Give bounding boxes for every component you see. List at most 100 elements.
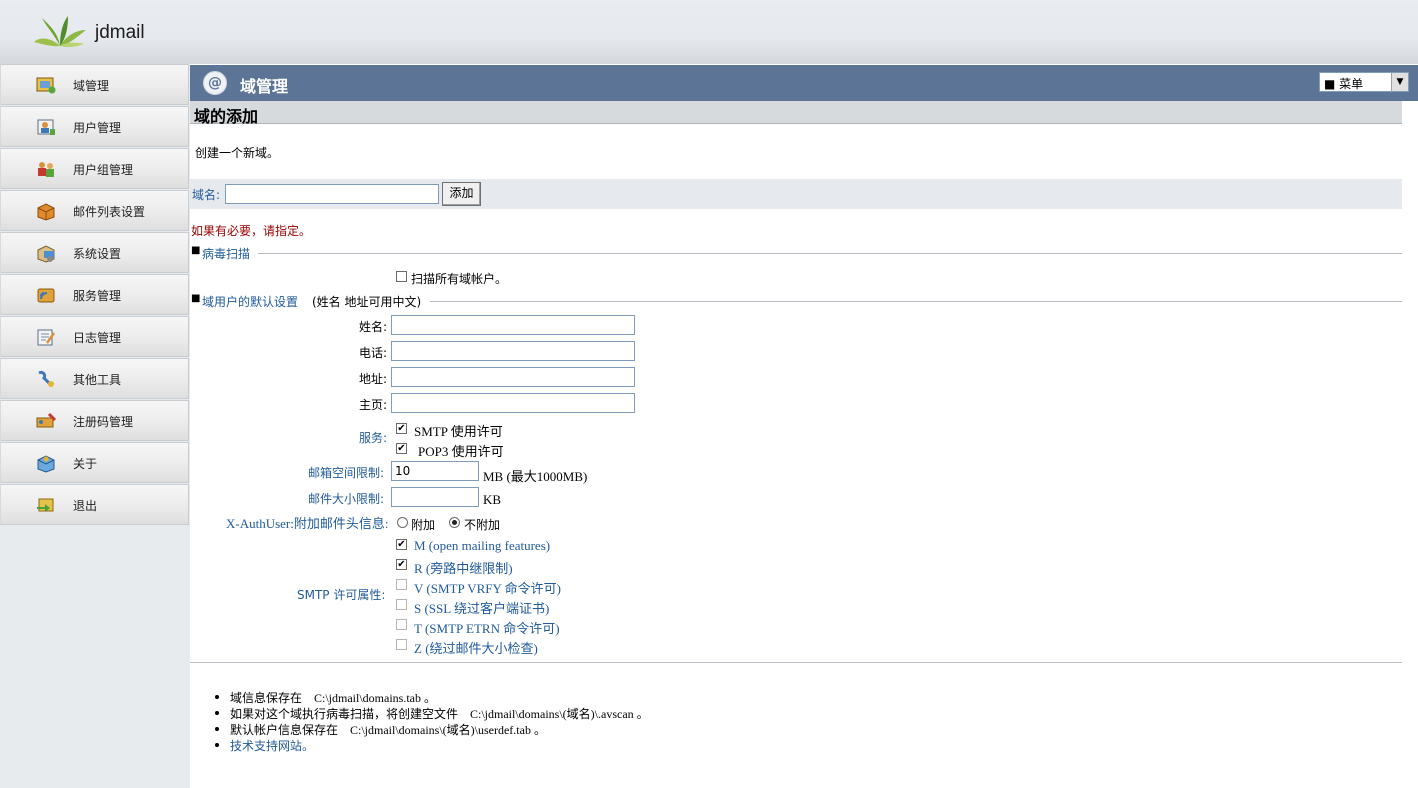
about-icon [37, 455, 55, 473]
pop3-permit-label: POP3 使用许可 [418, 444, 504, 459]
sidebar: 域管理 用户管理 用户组管理 邮件列表设置 系统设置 服务管理 日志管理 其他工… [0, 64, 190, 788]
mailbox-limit-unit: MB (最大1000MB) [483, 469, 588, 484]
smtp-attr-t-label: T (SMTP ETRN 命令许可) [414, 621, 560, 636]
section-title: 域的添加 [194, 107, 259, 126]
scan-all-checkbox[interactable] [396, 271, 407, 282]
address-label: 地址: [359, 372, 388, 386]
menu-dropdown[interactable]: ■ 菜单 ▼ [1319, 72, 1409, 92]
sidebar-item-label: 系统设置 [73, 247, 122, 261]
user-group-icon [38, 162, 54, 177]
sidebar-item-system-settings[interactable]: 系统设置 [0, 232, 189, 273]
footer-note: 域信息保存在 C:\jdmail\domains.tab 。 [230, 691, 436, 705]
logout-icon [37, 498, 54, 512]
homepage-label: 主页: [359, 398, 388, 412]
bullet-icon [215, 743, 219, 747]
sidebar-item-about[interactable]: 关于 [0, 442, 189, 483]
phone-input[interactable] [391, 341, 635, 361]
message-size-input[interactable] [391, 487, 479, 507]
domain-name-input[interactable] [225, 184, 439, 204]
smtp-attr-z-checkbox[interactable] [396, 639, 407, 650]
sidebar-item-services[interactable]: 服务管理 [0, 274, 189, 315]
smtp-attr-s-checkbox[interactable] [396, 599, 407, 610]
name-label: 姓名: [359, 320, 388, 334]
smtp-attr-r-label: R (旁路中继限制) [414, 561, 513, 576]
mailbox-limit-input[interactable] [391, 461, 479, 481]
address-input[interactable] [391, 367, 635, 387]
support-link[interactable]: 技术支持网站。 [230, 737, 314, 754]
message-size-label: 邮件大小限制: [308, 492, 385, 506]
mailbox-limit-label: 邮箱空间限制: [308, 466, 385, 480]
defaults-legend-note: (姓名 地址可用中文) [312, 295, 422, 309]
menu-dropdown-value: ■ 菜单 [1324, 77, 1364, 91]
smtp-permit-checkbox[interactable]: ✔ [396, 423, 407, 434]
section-description: 创建一个新域。 [195, 146, 280, 160]
sidebar-item-other-tools[interactable]: 其他工具 [0, 358, 189, 399]
bullet-icon [215, 695, 219, 699]
sidebar-item-user-groups[interactable]: 用户组管理 [0, 148, 189, 189]
service-label: 服务: [359, 431, 388, 445]
domain-name-label: 域名: [192, 188, 221, 202]
smtp-attr-m-checkbox[interactable]: ✔ [396, 539, 407, 550]
virus-scan-legend: 病毒扫描 [202, 247, 251, 261]
user-icon [37, 119, 55, 135]
sidebar-item-logout[interactable]: 退出 [0, 484, 189, 525]
smtp-attr-v-checkbox[interactable] [396, 579, 407, 590]
smtp-attr-m-label: M (open mailing features) [414, 538, 551, 553]
notice-text: 如果有必要，请指定。 [191, 224, 312, 238]
sidebar-item-label: 域管理 [73, 79, 110, 93]
license-icon [36, 412, 57, 428]
smtp-permit-label: SMTP 使用许可 [414, 424, 503, 439]
scan-all-label: 扫描所有域帐户。 [411, 272, 508, 286]
sidebar-item-label: 服务管理 [73, 289, 122, 303]
domain-icon [36, 77, 56, 94]
sidebar-item-domain[interactable]: 域管理 [0, 64, 189, 105]
sidebar-item-label: 邮件列表设置 [73, 205, 146, 219]
xauth-noattach-radio[interactable] [449, 517, 460, 528]
xauth-noattach-label: 不附加 [464, 518, 501, 532]
pop3-permit-checkbox[interactable]: ✔ [396, 443, 407, 454]
system-settings-icon [37, 245, 55, 263]
section-header: 域的添加 [190, 101, 1402, 126]
sidebar-item-label: 注册码管理 [73, 415, 134, 429]
phone-label: 电话: [359, 346, 388, 360]
chevron-down-icon[interactable]: ▼ [1391, 73, 1408, 91]
footer-note: 默认帐户信息保存在 C:\jdmail\domains\(域名)\userdef… [230, 723, 546, 737]
top-header: jdmail [0, 0, 1418, 64]
smtp-attr-r-checkbox[interactable]: ✔ [396, 559, 407, 570]
mailing-list-icon [37, 203, 55, 221]
divider [190, 662, 1402, 663]
page-title: 域管理 [240, 77, 289, 96]
homepage-input[interactable] [391, 393, 635, 413]
sidebar-item-users[interactable]: 用户管理 [0, 106, 189, 147]
sidebar-item-license[interactable]: 注册码管理 [0, 400, 189, 441]
brand-name: jdmail [95, 22, 145, 43]
sidebar-item-mailing-list[interactable]: 邮件列表设置 [0, 190, 189, 231]
page-title-bar: @ 域管理 ■ 菜单 ▼ [190, 65, 1418, 101]
sidebar-item-label: 用户组管理 [73, 163, 134, 177]
defaults-legend: 域用户的默认设置 [202, 295, 299, 309]
fieldset-divider [258, 253, 1402, 254]
bullet-icon [215, 727, 219, 731]
footer-note: 如果对这个域执行病毒扫描，将创建空文件 C:\jdmail\domains\(域… [230, 707, 649, 721]
fieldset-divider [430, 301, 1402, 302]
sidebar-item-label: 退出 [73, 499, 98, 513]
sidebar-item-logs[interactable]: 日志管理 [0, 316, 189, 357]
smtp-attr-s-label: S (SSL 绕过客户端证书) [414, 601, 550, 616]
log-icon [37, 329, 56, 346]
sidebar-item-label: 日志管理 [73, 331, 122, 345]
sidebar-item-label: 用户管理 [73, 121, 122, 135]
smtp-attr-t-checkbox[interactable] [396, 619, 407, 630]
square-bullet-icon: ■ [191, 245, 201, 256]
leaf-logo-icon [34, 16, 86, 48]
smtp-attr-v-label: V (SMTP VRFY 命令许可) [414, 581, 561, 596]
name-input[interactable] [391, 315, 635, 335]
xauth-attach-radio[interactable] [397, 517, 408, 528]
bullet-icon [215, 711, 219, 715]
add-domain-button[interactable]: 添加 [442, 182, 481, 206]
at-sign-icon: @ [203, 71, 227, 95]
sidebar-item-label: 其他工具 [73, 373, 122, 387]
tools-icon [38, 371, 54, 388]
square-bullet-icon: ■ [191, 293, 201, 304]
domain-add-row: 域名: 添加 [190, 179, 1402, 209]
message-size-unit: KB [483, 492, 502, 507]
